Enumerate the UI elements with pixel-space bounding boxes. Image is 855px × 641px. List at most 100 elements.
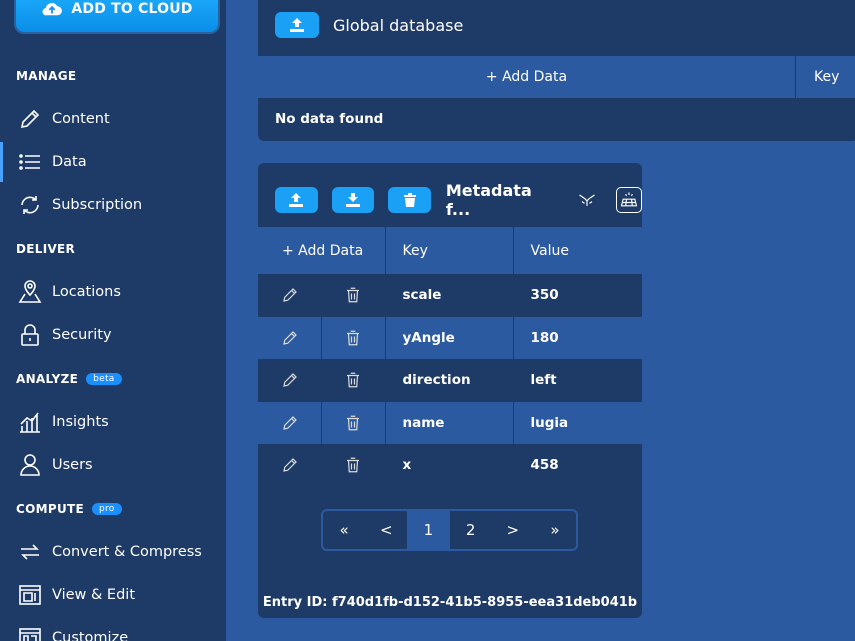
row-key: name [385,401,514,444]
trash-icon [347,287,360,303]
sidebar-item-security[interactable]: Security [0,315,226,355]
trash-icon [347,415,360,431]
value-column-header: Value [513,227,642,274]
beta-badge: beta [86,373,122,385]
pencil-icon [282,373,297,388]
bar-chart-icon [20,412,40,433]
satellite-button[interactable] [574,187,600,213]
row-key: direction [385,359,514,402]
pro-badge: pro [91,503,122,515]
edit-button[interactable] [258,401,322,444]
add-to-cloud-label: ADD TO CLOUD [71,1,193,17]
sidebar-item-label: Security [52,327,112,343]
page-2-button[interactable]: 2 [450,511,492,549]
next-page-button[interactable]: > [492,511,534,549]
table-row: x 458 [258,444,642,487]
sync-icon [21,196,39,214]
entry-id: Entry ID: f740d1fb-d152-41b5-8955-eea31d… [262,595,638,610]
metadata-title: Metadata f... [445,181,532,219]
upload-icon [290,18,304,32]
map-pin-icon [18,280,42,303]
pencil-icon [282,288,297,303]
sidebar-item-convert[interactable]: Convert & Compress [0,532,226,572]
row-key: x [385,444,514,487]
sidebar-item-label: Convert & Compress [52,544,202,560]
pagination: « < 1 2 > » [321,509,578,551]
delete-row-button[interactable] [321,316,386,359]
global-database-header: Global database [275,12,463,38]
solar-panel-button[interactable] [615,187,642,213]
sidebar-item-label: Subscription [52,197,143,213]
row-value: 458 [513,444,642,487]
edit-button[interactable] [258,316,322,359]
section-analyze-label: ANALYZE [16,372,79,386]
sidebar-item-label: Insights [52,414,109,430]
sidebar-item-subscription[interactable]: Subscription [0,185,226,225]
metadata-panel: Metadata f... + Add Data Key Value scale… [258,163,642,618]
key-column-header: Key [814,69,840,85]
list-icon [19,154,40,170]
delete-button[interactable] [388,187,431,213]
metadata-header: Metadata f... [275,181,642,219]
sidebar-item-label: Data [52,154,87,170]
download-button[interactable] [331,187,375,213]
row-value: 350 [513,274,642,317]
sidebar-item-label: Customize [52,630,129,641]
edit-button[interactable] [258,359,322,402]
trash-icon [347,372,360,388]
upload-button[interactable] [275,12,319,38]
satellite-icon [579,194,595,206]
row-value: 180 [513,316,642,359]
trash-icon [403,193,416,207]
global-database-header-row: + Add Data Key [258,56,855,98]
sidebar-item-content[interactable]: Content [0,99,226,139]
sidebar-item-customize[interactable]: Customize [0,618,226,641]
add-data-button[interactable]: + Add Data [258,56,796,98]
table-row: yAngle 180 [258,316,642,359]
section-compute-label: COMPUTE [16,502,84,516]
user-icon [20,454,40,476]
sidebar-item-insights[interactable]: Insights [0,402,226,442]
delete-row-button[interactable] [321,274,386,317]
global-database-panel: Global database + Add Data Key No data f… [258,0,855,141]
sidebar-item-data[interactable]: Data [0,142,226,182]
upload-button[interactable] [275,187,318,213]
cloud-upload-icon [42,3,63,16]
delete-row-button[interactable] [321,444,386,487]
lock-icon [21,324,39,346]
pencil-icon [282,330,297,345]
delete-row-button[interactable] [321,359,386,402]
sidebar-item-label: Locations [52,284,121,300]
section-compute: COMPUTE pro [16,502,122,516]
convert-icon [21,544,39,560]
pencil-icon [282,458,297,473]
edit-button[interactable] [258,444,322,487]
sidebar: ADD TO CLOUD MANAGE Content Data Subscri… [0,0,226,641]
first-page-button[interactable]: « [323,511,365,549]
sidebar-item-view-edit[interactable]: View & Edit [0,575,226,615]
row-value: left [513,359,642,402]
pencil-icon [20,109,40,129]
layout-icon [19,628,41,641]
table-row: direction left [258,359,642,402]
table-row: scale 350 [258,274,642,317]
sidebar-item-users[interactable]: Users [0,445,226,485]
section-analyze: ANALYZE beta [16,372,122,386]
empty-state-text: No data found [275,111,384,127]
window-edit-icon [19,585,41,605]
page-1-button[interactable]: 1 [407,511,450,549]
sidebar-item-locations[interactable]: Locations [0,272,226,312]
prev-page-button[interactable]: < [365,511,407,549]
edit-button[interactable] [258,274,322,317]
sidebar-item-label: Content [52,111,110,127]
row-key: scale [385,274,514,317]
delete-row-button[interactable] [321,401,386,444]
add-data-button[interactable]: + Add Data [258,227,386,274]
add-to-cloud-button[interactable]: ADD TO CLOUD [16,0,218,32]
last-page-button[interactable]: » [534,511,576,549]
global-database-title: Global database [333,15,464,35]
key-column-header: Key [385,227,514,274]
sidebar-item-label: View & Edit [52,587,136,603]
trash-icon [347,457,360,473]
section-deliver: DELIVER [16,242,76,256]
